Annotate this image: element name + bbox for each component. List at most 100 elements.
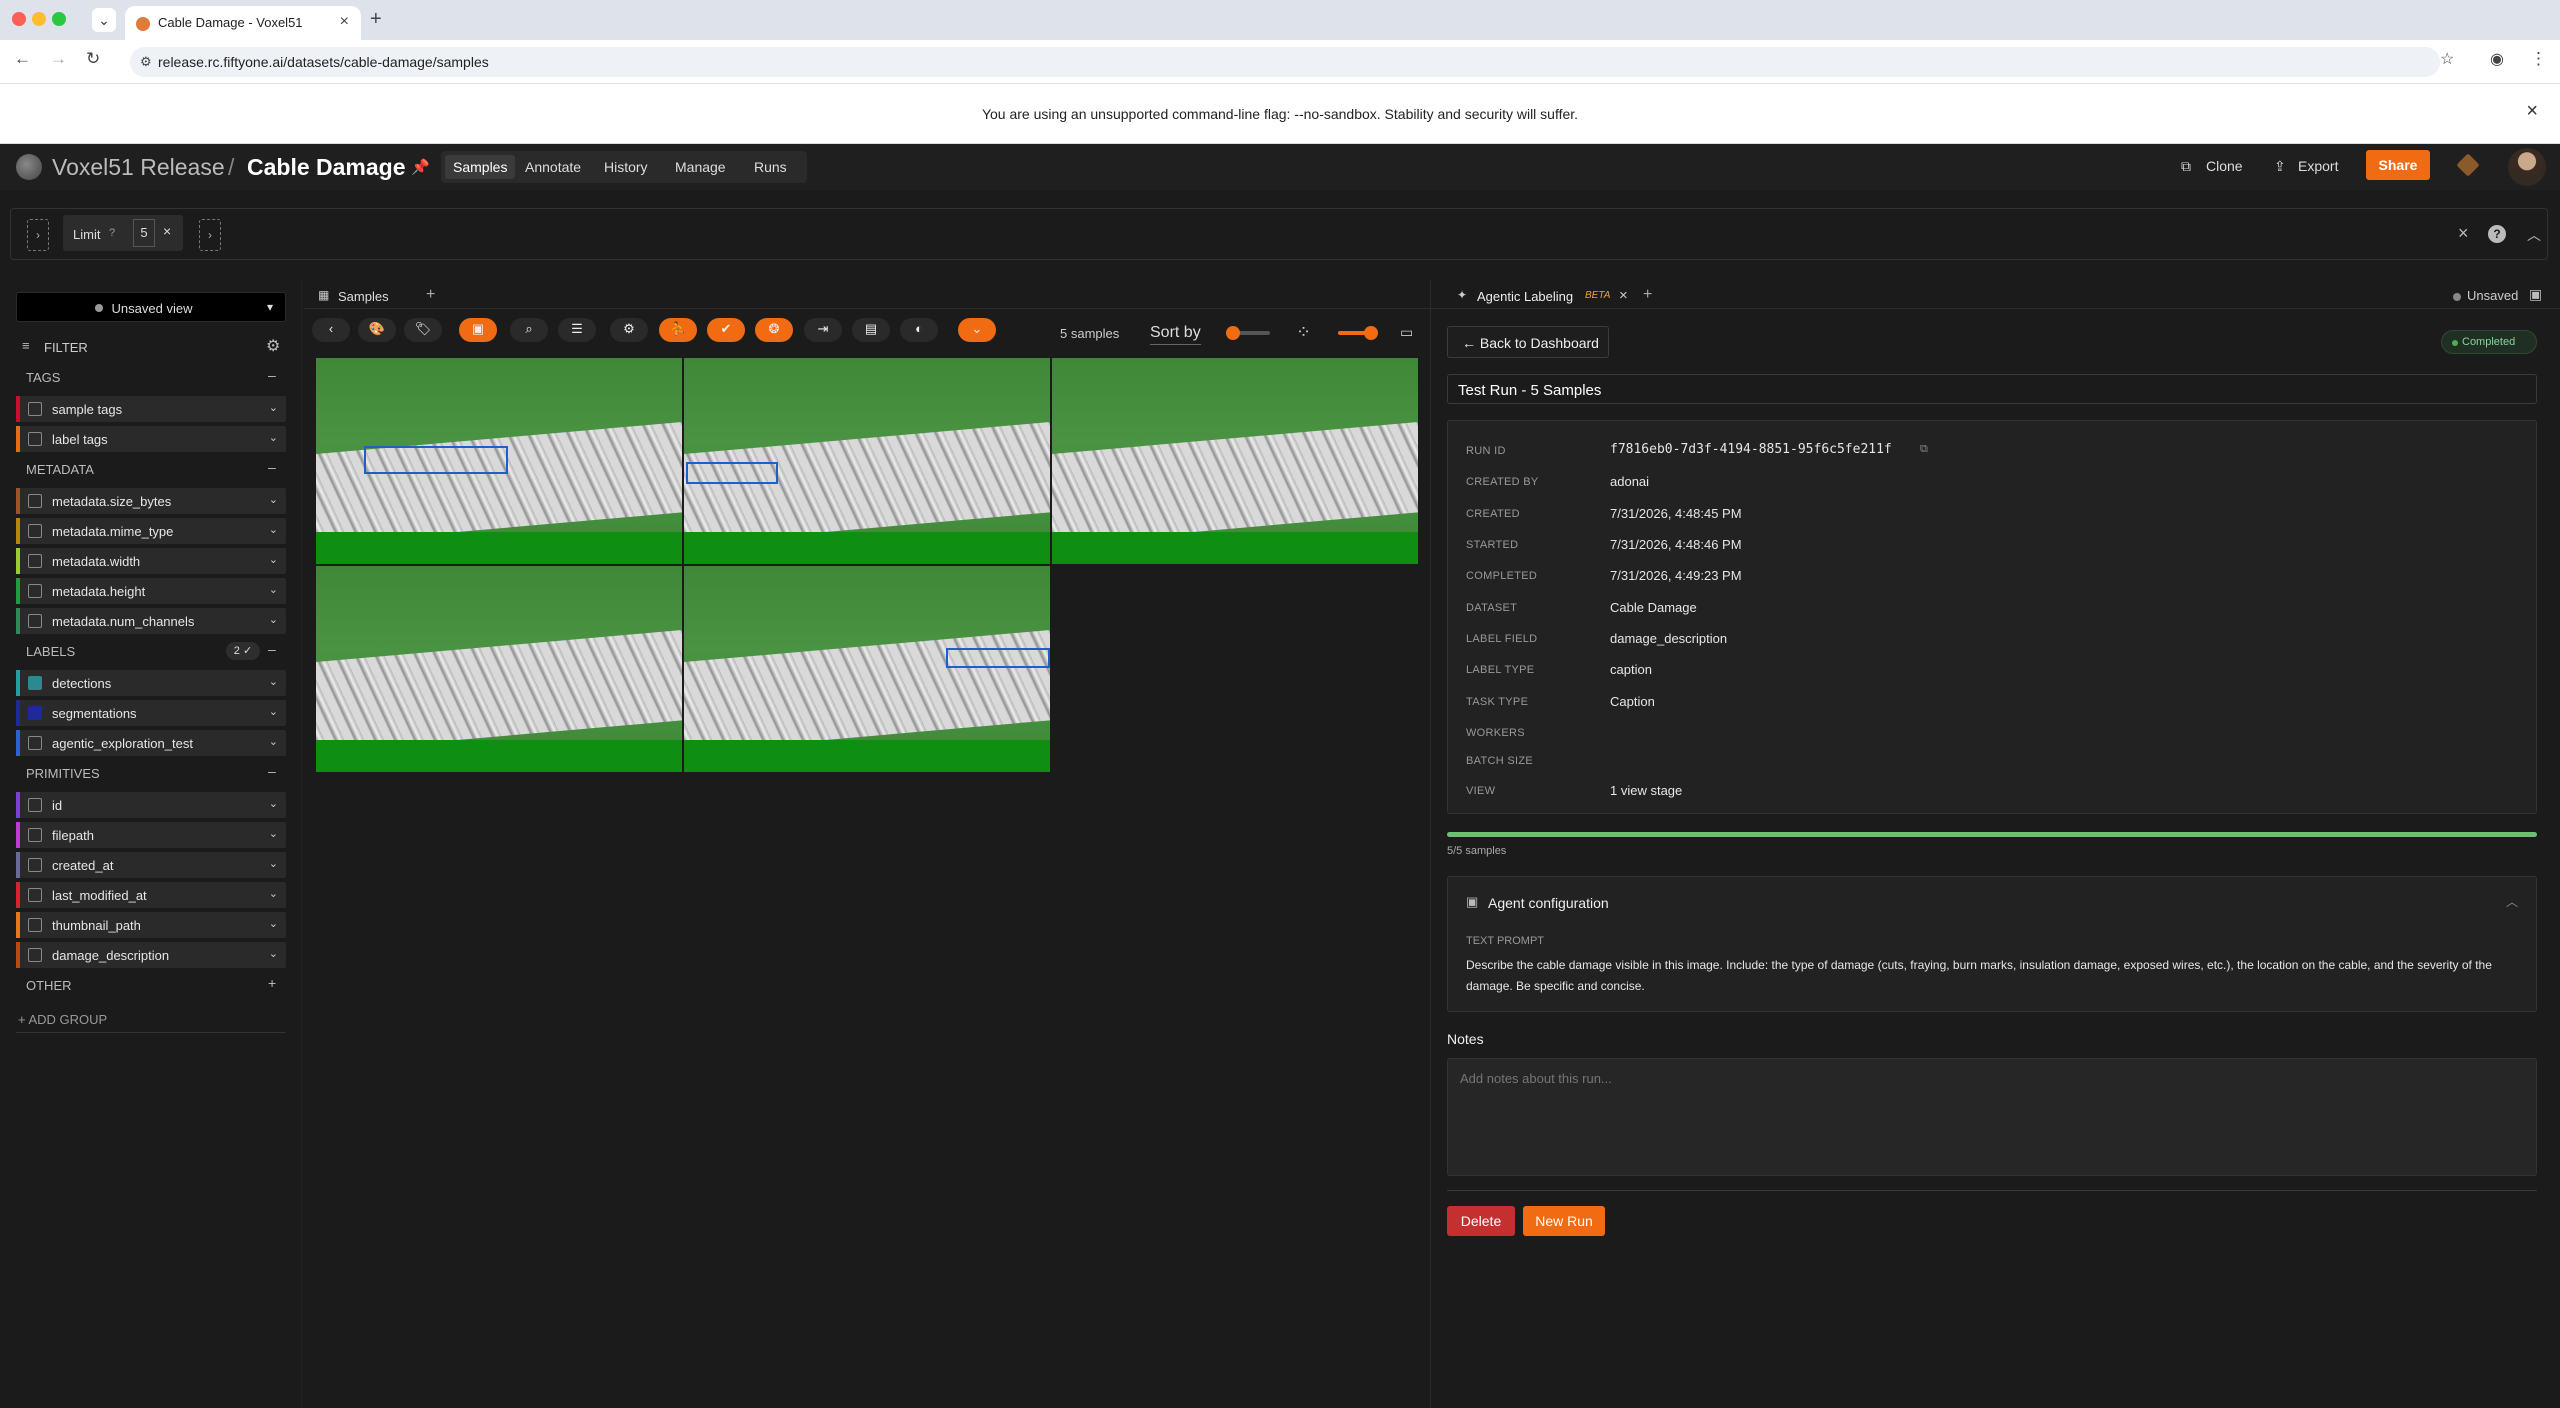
clear-view-icon[interactable]: × [2458, 223, 2469, 244]
voxel51-logo[interactable] [16, 154, 42, 180]
toggle-handle[interactable] [1364, 326, 1378, 340]
field-id[interactable]: id ⌄ [16, 792, 286, 818]
clone-icon[interactable]: ⧉ [2181, 158, 2191, 175]
pin-icon[interactable]: 📌 [411, 158, 430, 176]
chevron-down-icon[interactable]: ⌄ [269, 705, 278, 718]
limit-value[interactable]: 5 [133, 219, 155, 247]
field-label-tags[interactable]: label tags ⌄ [16, 426, 286, 452]
copy-icon[interactable]: ⧉ [1920, 443, 1928, 456]
chevron-down-icon[interactable]: ⌄ [269, 583, 278, 596]
sort-by-selector[interactable]: Sort by [1150, 324, 1201, 345]
chevron-down-icon[interactable]: ⌄ [269, 553, 278, 566]
collapse-tags-icon[interactable]: – [268, 367, 276, 383]
section-other[interactable]: OTHER [26, 978, 72, 993]
chevron-down-icon[interactable]: ⌄ [269, 675, 278, 688]
menu-kebab-icon[interactable]: ⋮ [2530, 49, 2547, 69]
field-detections[interactable]: detections ⌄ [16, 670, 286, 696]
checkbox[interactable] [28, 888, 42, 902]
checkbox-checked[interactable] [28, 706, 42, 720]
agent-configuration-card[interactable]: ▣ Agent configuration ︿ TEXT PROMPT Desc… [1447, 876, 2537, 1012]
layout-icon[interactable]: ▣ [2529, 286, 2542, 303]
checkbox[interactable] [28, 524, 42, 538]
chevron-down-icon[interactable]: ⌄ [269, 613, 278, 626]
checkbox[interactable] [28, 432, 42, 446]
minimize-window-button[interactable] [32, 12, 46, 26]
chevron-down-icon[interactable]: ⌄ [269, 493, 278, 506]
brand-name[interactable]: Voxel51 Release [52, 154, 225, 181]
close-tab-icon[interactable]: × [1619, 287, 1628, 304]
export-tool[interactable]: ⇥ [804, 318, 842, 342]
field-metadata-height[interactable]: metadata.height ⌄ [16, 578, 286, 604]
close-tab-icon[interactable]: × [340, 13, 349, 31]
checkbox[interactable] [28, 584, 42, 598]
more-tools[interactable]: ⌄ [958, 318, 996, 342]
settings-gear-icon[interactable]: ⚙ [266, 336, 280, 356]
sample-thumbnail[interactable] [316, 566, 682, 772]
sample-thumbnail[interactable] [684, 358, 1050, 564]
sample-thumbnail[interactable] [316, 358, 682, 564]
patches-tool[interactable]: ▣ [459, 318, 497, 342]
checkbox[interactable] [28, 554, 42, 568]
checkbox[interactable] [28, 798, 42, 812]
forward-arrow-icon[interactable]: → [50, 49, 67, 69]
delete-button[interactable]: Delete [1447, 1206, 1515, 1236]
field-metadata-width[interactable]: metadata.width ⌄ [16, 548, 286, 574]
section-tags[interactable]: TAGS [26, 370, 60, 385]
embeddings-tool[interactable]: ▤ [852, 318, 890, 342]
expand-other-icon[interactable]: + [268, 975, 276, 991]
run-name-field[interactable]: Test Run - 5 Samples [1447, 374, 2537, 404]
tab-runs[interactable]: Runs [754, 159, 787, 175]
tab-samples[interactable]: Samples [445, 155, 516, 179]
remove-stage-icon[interactable]: × [163, 223, 171, 239]
share-button[interactable]: Share [2366, 150, 2430, 180]
add-stage-left-icon[interactable]: › [27, 219, 49, 251]
chevron-down-icon[interactable]: ⌄ [269, 797, 278, 810]
cube-icon[interactable] [2456, 153, 2480, 177]
section-primitives[interactable]: PRIMITIVES [26, 766, 100, 781]
tab-annotate[interactable]: Annotate [525, 159, 581, 175]
tab-list-chevron-icon[interactable]: ⌄ [92, 8, 116, 32]
chevron-down-icon[interactable]: ⌄ [269, 401, 278, 414]
checkbox[interactable] [28, 402, 42, 416]
add-group-button[interactable]: + ADD GROUP [18, 1012, 107, 1027]
help-icon[interactable]: ? [109, 227, 115, 239]
settings-tool[interactable]: ⚙ [610, 318, 648, 342]
chevron-down-icon[interactable]: ⌄ [269, 431, 278, 444]
new-tab-icon[interactable]: + [370, 8, 382, 31]
field-sample-tags[interactable]: sample tags ⌄ [16, 396, 286, 422]
field-filepath[interactable]: filepath ⌄ [16, 822, 286, 848]
field-last-modified-at[interactable]: last_modified_at ⌄ [16, 882, 286, 908]
back-tool[interactable]: ‹ [312, 318, 350, 342]
chevron-down-icon[interactable]: ⌄ [269, 857, 278, 870]
chevron-down-icon[interactable]: ⌄ [269, 887, 278, 900]
maximize-window-button[interactable] [52, 12, 66, 26]
section-labels[interactable]: LABELS [26, 644, 75, 659]
collapse-metadata-icon[interactable]: – [268, 459, 276, 475]
sample-thumbnail[interactable] [1052, 358, 1418, 564]
labels-count-badge[interactable]: 2 ✓ [226, 642, 260, 660]
color-tool[interactable]: 🎨 [358, 318, 396, 342]
section-metadata[interactable]: METADATA [26, 462, 94, 477]
plugin-tool[interactable]: ◐ [900, 318, 938, 342]
list-tool[interactable]: ☰ [558, 318, 596, 342]
chevron-down-icon[interactable]: ⌄ [269, 827, 278, 840]
checkbox[interactable] [28, 918, 42, 932]
collapse-labels-icon[interactable]: – [268, 641, 276, 657]
limit-stage[interactable]: Limit ? 5 × [63, 215, 183, 251]
slider-handle[interactable] [1226, 326, 1240, 340]
profile-icon[interactable]: ◉ [2490, 49, 2504, 69]
add-stage-right-icon[interactable]: › [199, 219, 221, 251]
new-run-button[interactable]: New Run [1523, 1206, 1605, 1236]
checkbox[interactable] [28, 614, 42, 628]
collapse-primitives-icon[interactable]: – [268, 763, 276, 779]
field-segmentations[interactable]: segmentations ⌄ [16, 700, 286, 726]
bookmark-star-icon[interactable]: ☆ [2440, 49, 2454, 69]
clone-button[interactable]: Clone [2206, 158, 2243, 174]
field-agentic-exploration-test[interactable]: agentic_exploration_test ⌄ [16, 730, 286, 756]
notes-textarea[interactable] [1447, 1058, 2537, 1176]
browser-tab[interactable]: Cable Damage - Voxel51 × [125, 6, 361, 40]
tab-history[interactable]: History [604, 159, 648, 175]
view-selector[interactable]: Unsaved view ▾ [16, 292, 286, 322]
export-button[interactable]: Export [2298, 158, 2338, 174]
brain-tool[interactable]: ❂ [755, 318, 793, 342]
